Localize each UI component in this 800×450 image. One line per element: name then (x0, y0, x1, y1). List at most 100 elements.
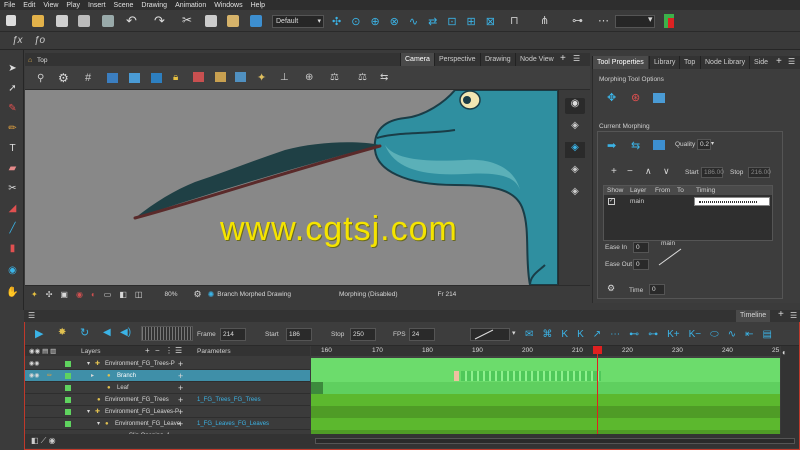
visibility-toggle-icon[interactable]: ◉◉ ▤ ▥ (29, 347, 56, 355)
remove-layer-icon[interactable]: − (155, 346, 160, 355)
tab-perspective[interactable]: Perspective (434, 53, 480, 66)
copy-icon[interactable] (205, 15, 217, 27)
frame-track[interactable] (311, 358, 780, 370)
menu-file[interactable]: File (4, 2, 15, 9)
paste-icon[interactable] (227, 15, 239, 27)
cut-icon[interactable]: ✂ (182, 13, 192, 27)
motion-icon[interactable]: ↗ (593, 329, 601, 340)
remove-icon[interactable]: − (627, 166, 633, 177)
add-param-icon[interactable]: + (178, 370, 183, 382)
frame-field[interactable]: 214 (220, 328, 246, 341)
time-field[interactable]: 0 (649, 284, 665, 295)
menu-icon[interactable]: ☰ (790, 311, 797, 320)
playhead-line[interactable] (597, 346, 598, 442)
tab-drawing[interactable]: Drawing (480, 53, 515, 66)
frame-track[interactable] (311, 394, 780, 406)
tab-camera[interactable]: Camera (400, 53, 434, 66)
hand-tool-icon[interactable]: ✋ (6, 286, 19, 299)
tab-tool-properties[interactable]: Tool Properties (592, 56, 648, 69)
bone-icon[interactable]: ⊓ (510, 14, 519, 27)
interpolation-select[interactable] (470, 328, 510, 341)
menu-insert[interactable]: Insert (88, 2, 106, 9)
start-field[interactable]: 186.00 (701, 167, 724, 178)
wave-icon[interactable]: ∿ (728, 329, 736, 340)
dots-icon[interactable]: ⋯ (610, 329, 620, 340)
download-icon[interactable] (151, 73, 162, 83)
collapse-icon[interactable]: ▸ (91, 370, 94, 382)
align-icon[interactable]: ⊞ (467, 15, 476, 28)
layer-stack-icon[interactable]: ◈ (565, 120, 585, 136)
frame-track[interactable] (311, 382, 780, 394)
play-icon[interactable]: ▶ (35, 327, 43, 340)
morph-delete-icon[interactable]: ⊛ (631, 91, 640, 104)
layer-name[interactable]: Environment_FG_Leaves-P (105, 406, 179, 418)
layer-options-icon[interactable]: ⋮ (165, 346, 173, 355)
mask-icon[interactable]: ◧ (119, 290, 127, 299)
grid-icon[interactable]: # (85, 72, 91, 84)
save-as-icon[interactable] (78, 15, 90, 27)
layer-menu-icon[interactable]: ☰ (175, 346, 182, 355)
layer-row[interactable]: ● Environment_FG_Trees + 1_FG_Trees_FG_T… (25, 394, 310, 406)
timeline-hscroll[interactable] (315, 438, 795, 444)
camera-view-canvas[interactable]: www.cgtsj.com (25, 90, 558, 285)
quality-field[interactable]: 0.2 (697, 139, 711, 150)
ease-out-field[interactable]: 0 (633, 259, 649, 270)
layer-name[interactable]: Branch (117, 370, 136, 382)
menu-icon[interactable]: ☰ (28, 311, 35, 320)
tab-top[interactable]: Top (679, 56, 699, 69)
safe-area-icon[interactable] (129, 73, 140, 83)
zoom-level[interactable]: 80% (164, 291, 177, 298)
add-param-icon[interactable]: + (178, 358, 183, 370)
goto-morph-icon[interactable]: ➡ (607, 139, 616, 152)
add-param-icon[interactable]: + (178, 406, 183, 418)
home-icon[interactable]: ⌂ (28, 57, 32, 64)
eye-icon[interactable]: ◉ (565, 98, 585, 114)
onion-icon[interactable]: ◐ (91, 290, 96, 299)
eye-icon[interactable]: ◉◉ (29, 370, 39, 382)
record-icon[interactable]: ◉ (76, 290, 83, 299)
add-tab-icon[interactable]: + (560, 53, 566, 64)
onion-skin-icon[interactable] (193, 72, 204, 82)
light-icon[interactable]: ✦ (257, 71, 266, 84)
layer-name[interactable]: Leaf (117, 382, 129, 394)
frame-icon[interactable]: ▣ (60, 290, 68, 299)
layer-name[interactable]: Environment_FG_Trees-P (105, 358, 175, 370)
remove-keyframe-icon[interactable]: K (577, 329, 584, 340)
loop-icon[interactable]: ✸ (58, 327, 66, 338)
redo-icon[interactable]: ↷ (154, 13, 165, 29)
prev-frame-icon[interactable]: ◀ (103, 327, 111, 338)
key-minus-icon[interactable]: K− (689, 329, 702, 340)
curve-icon[interactable]: ∿ (409, 15, 418, 28)
eraser-tool-icon[interactable]: ▰ (6, 162, 19, 175)
collapse-all-icon[interactable]: ◐ (782, 348, 787, 357)
menu-windows[interactable]: Windows (214, 2, 242, 9)
ease-curve-icon[interactable] (657, 247, 683, 267)
layer-name[interactable]: Environment_FG_Trees (105, 394, 169, 406)
safe-frame-icon[interactable]: ▭ (104, 290, 112, 299)
stop-field[interactable]: 216.00 (748, 167, 771, 178)
add-param-icon[interactable]: + (178, 418, 183, 430)
add-layer-icon[interactable]: + (145, 346, 150, 355)
lock-icon[interactable]: 🔒︎ (173, 72, 178, 83)
globe-tool-icon[interactable]: ◉ (6, 264, 19, 277)
start-field[interactable]: 186 (286, 328, 312, 341)
layer-row[interactable]: ▾ ✚ Environment_FG_Leaves-P + (25, 406, 310, 418)
collapse-icon[interactable]: ▾ (97, 418, 100, 430)
paint-tool-icon[interactable]: ▮ (6, 242, 19, 255)
layer-row[interactable]: ● Leaf + (25, 382, 310, 394)
network-icon[interactable] (250, 15, 262, 27)
function-icon[interactable]: ƒx (12, 35, 23, 46)
reduce-icon[interactable]: ⇤ (745, 329, 753, 340)
text-tool-icon[interactable]: T (6, 142, 19, 155)
menu-icon[interactable]: ☰ (573, 54, 580, 63)
playback-speed-slider[interactable] (141, 326, 193, 341)
skew-icon[interactable]: ⊡ (447, 15, 456, 28)
fill-icon[interactable] (235, 72, 246, 82)
menu-play[interactable]: Play (66, 2, 80, 9)
contour-tool-icon[interactable]: ➚ (6, 82, 19, 95)
move-icon[interactable]: ✣ (332, 15, 341, 28)
collapse-icon[interactable]: ▾ (87, 406, 90, 418)
peg-icon[interactable]: ⊥ (280, 72, 289, 83)
layer-active-icon[interactable]: ◈ (565, 142, 585, 158)
eye-icon[interactable]: ◉◉ (29, 358, 39, 370)
